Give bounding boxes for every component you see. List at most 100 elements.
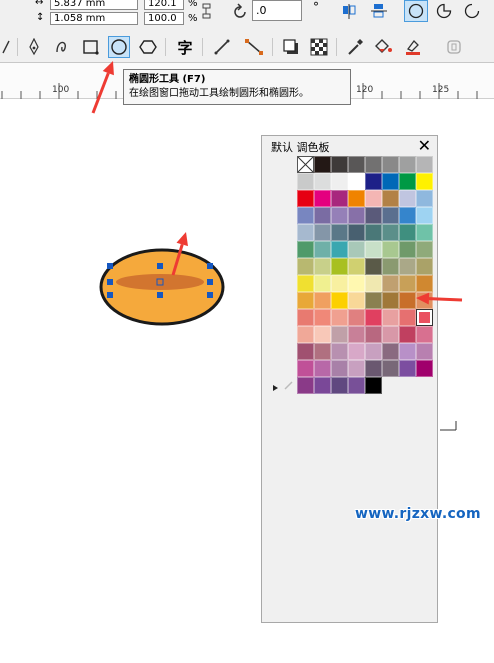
color-swatch[interactable] [399, 309, 416, 326]
color-swatch[interactable] [331, 173, 348, 190]
color-swatch[interactable] [348, 173, 365, 190]
object-width-field[interactable]: 5.837 mm [50, 0, 138, 10]
color-swatch[interactable] [331, 258, 348, 275]
color-swatch[interactable] [297, 309, 314, 326]
color-swatch[interactable] [314, 275, 331, 292]
dimension-tool-icon[interactable] [211, 36, 233, 58]
color-swatch[interactable] [382, 360, 399, 377]
color-swatch[interactable] [348, 258, 365, 275]
color-swatch[interactable] [297, 360, 314, 377]
selection-handle[interactable] [157, 292, 163, 298]
transparency-tool-icon[interactable] [308, 36, 330, 58]
color-swatch[interactable] [365, 360, 382, 377]
color-swatch[interactable] [399, 190, 416, 207]
rotation-angle-field[interactable]: .0 [252, 0, 302, 21]
color-swatch[interactable] [348, 309, 365, 326]
palette-eyedropper-icon[interactable] [284, 380, 294, 393]
color-swatch[interactable] [399, 173, 416, 190]
color-swatch[interactable] [314, 292, 331, 309]
color-swatch[interactable] [365, 275, 382, 292]
color-swatch[interactable] [399, 258, 416, 275]
color-swatch[interactable] [348, 156, 365, 173]
color-swatch[interactable] [399, 360, 416, 377]
color-swatch[interactable] [416, 156, 433, 173]
color-swatch[interactable] [297, 207, 314, 224]
color-swatch[interactable] [314, 207, 331, 224]
color-swatch[interactable] [382, 258, 399, 275]
color-swatch[interactable] [348, 241, 365, 258]
color-swatch[interactable] [382, 241, 399, 258]
color-swatch[interactable] [331, 377, 348, 394]
color-swatch[interactable] [297, 377, 314, 394]
color-swatch[interactable] [399, 224, 416, 241]
color-swatch[interactable] [382, 224, 399, 241]
color-swatch[interactable] [365, 377, 382, 394]
color-swatch[interactable] [416, 292, 433, 309]
color-swatch[interactable] [314, 360, 331, 377]
color-swatch[interactable] [399, 326, 416, 343]
color-swatch[interactable] [382, 207, 399, 224]
color-swatch[interactable] [348, 326, 365, 343]
ellipse-tool-button[interactable] [108, 36, 130, 58]
color-swatch[interactable] [365, 292, 382, 309]
color-swatch[interactable] [314, 309, 331, 326]
color-swatch[interactable] [416, 275, 433, 292]
color-swatch[interactable] [365, 173, 382, 190]
ellipse-mode-button[interactable] [404, 0, 428, 22]
color-swatch[interactable] [348, 292, 365, 309]
color-swatch[interactable] [416, 190, 433, 207]
selection-handle[interactable] [207, 292, 213, 298]
smart-fill-tool-icon[interactable] [402, 36, 424, 58]
mirror-horizontal-icon[interactable] [340, 3, 358, 24]
color-swatch[interactable] [416, 258, 433, 275]
pen-tool-icon[interactable] [23, 36, 45, 58]
color-swatch[interactable] [297, 173, 314, 190]
color-swatch[interactable] [365, 190, 382, 207]
color-swatch[interactable] [365, 224, 382, 241]
color-swatch[interactable] [365, 241, 382, 258]
color-swatch[interactable] [416, 343, 433, 360]
color-swatch[interactable] [297, 258, 314, 275]
color-swatch[interactable] [331, 241, 348, 258]
color-swatch[interactable] [331, 190, 348, 207]
color-swatch[interactable] [314, 377, 331, 394]
color-swatch[interactable] [331, 224, 348, 241]
selection-handle[interactable] [207, 279, 213, 285]
color-swatch[interactable] [314, 173, 331, 190]
color-swatch[interactable] [314, 190, 331, 207]
color-swatch[interactable] [297, 224, 314, 241]
mirror-vertical-icon[interactable] [370, 2, 388, 25]
close-icon[interactable]: ✕ [418, 136, 431, 155]
color-swatch[interactable] [416, 207, 433, 224]
color-swatch[interactable] [399, 241, 416, 258]
pie-mode-icon[interactable] [436, 3, 452, 22]
color-swatch[interactable] [331, 360, 348, 377]
color-swatch[interactable] [331, 275, 348, 292]
no-color-swatch[interactable] [297, 156, 314, 173]
object-height-field[interactable]: 1.058 mm [50, 12, 138, 25]
color-swatch[interactable] [399, 275, 416, 292]
color-swatch[interactable] [382, 326, 399, 343]
color-swatch[interactable] [416, 360, 433, 377]
drop-shadow-tool-icon[interactable] [280, 36, 302, 58]
selection-handle[interactable] [107, 292, 113, 298]
rectangle-tool-icon[interactable] [80, 36, 102, 58]
color-swatch[interactable] [297, 343, 314, 360]
inner-ellipse-selected[interactable] [116, 274, 204, 290]
color-swatch[interactable] [365, 207, 382, 224]
selection-handle[interactable] [107, 279, 113, 285]
color-swatch[interactable] [399, 207, 416, 224]
color-swatch[interactable] [331, 207, 348, 224]
color-swatch[interactable] [297, 190, 314, 207]
color-swatch[interactable] [382, 190, 399, 207]
color-swatch[interactable] [314, 241, 331, 258]
scale-y-field[interactable]: 100.0 [144, 12, 184, 25]
color-swatch[interactable] [416, 309, 433, 326]
lock-ratio-icon[interactable] [201, 2, 213, 22]
selection-handle[interactable] [107, 263, 113, 269]
color-swatch[interactable] [399, 156, 416, 173]
color-swatch[interactable] [331, 292, 348, 309]
color-swatch[interactable] [348, 207, 365, 224]
color-swatch[interactable] [314, 326, 331, 343]
connector-tool-icon[interactable] [243, 36, 265, 58]
